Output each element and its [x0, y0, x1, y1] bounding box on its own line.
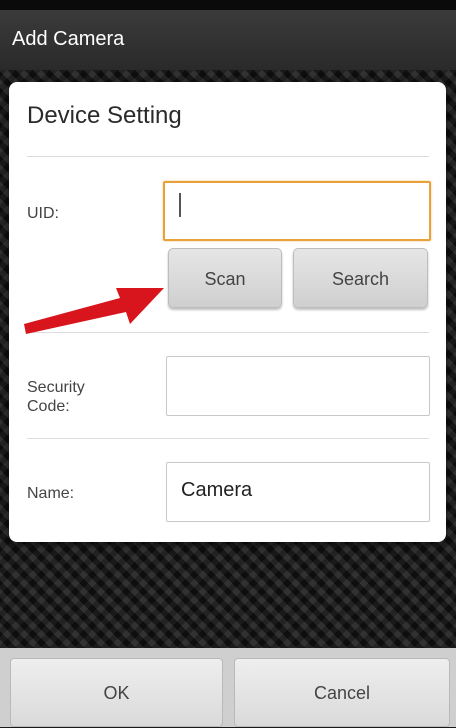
security-code-label-line2: Code: — [27, 398, 70, 415]
uid-label: UID: — [27, 205, 59, 222]
security-code-label: Security Code: — [27, 378, 85, 416]
search-button[interactable]: Search — [293, 248, 428, 308]
red-arrow-annotation — [24, 288, 164, 334]
name-input[interactable]: Camera — [166, 462, 430, 522]
security-code-label-line1: Security — [27, 379, 85, 396]
uid-input[interactable] — [163, 181, 431, 241]
app-bar-title: Add Camera — [12, 28, 125, 50]
status-bar — [0, 0, 456, 10]
app-bar: Add Camera — [0, 10, 456, 70]
scan-button[interactable]: Scan — [168, 248, 282, 308]
arrow-shape — [24, 288, 164, 334]
button-bar: OK Cancel — [0, 648, 456, 727]
name-label: Name: — [27, 485, 75, 502]
cancel-button[interactable]: Cancel — [234, 658, 450, 727]
divider — [27, 156, 429, 157]
name-input-value: Camera — [181, 479, 253, 501]
security-code-input[interactable] — [166, 356, 430, 416]
ok-button[interactable]: OK — [10, 658, 223, 727]
text-cursor — [179, 193, 181, 217]
divider — [27, 438, 429, 439]
dialog-title: Device Setting — [27, 102, 182, 129]
